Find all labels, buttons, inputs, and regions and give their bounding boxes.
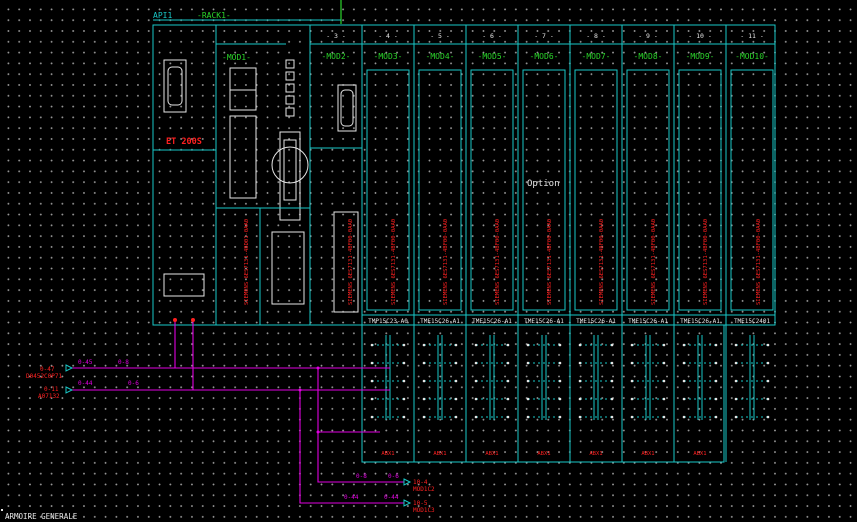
io-module-body[interactable] xyxy=(418,69,462,311)
abx-label: ABX1 xyxy=(693,451,706,457)
wiring-diagram[interactable]: API1 -RACK1- ET 200S -MOD1- SIEMENS 6ES7… xyxy=(0,0,857,522)
io-module-body[interactable] xyxy=(626,69,670,311)
mod1-rotary-switch-icon xyxy=(271,146,309,184)
abx-label: ABX1 xyxy=(485,451,498,457)
terminal-label: TME15C26-A1 xyxy=(628,318,668,325)
footer-label: ARMOIRE GENERALE xyxy=(5,512,78,521)
module-part-number: SIEMENS 6ES7131-4BF00-0AA0 xyxy=(391,219,397,305)
terminal-label: TME15C2401 xyxy=(734,318,771,325)
abx-label: ABX1 xyxy=(641,451,654,457)
slot-number: - 11 - xyxy=(740,32,763,40)
abx-label: ABX1 xyxy=(537,451,550,457)
slot-number: - 8 - xyxy=(586,32,606,40)
bottom-ref-arrow-icon[interactable] xyxy=(403,478,412,486)
terminal-label: TME15C26-A1 xyxy=(524,318,564,325)
dsub-connector-icon xyxy=(163,59,187,113)
module-part-number: SIEMENS 6ES7131-4BF00-0AA0 xyxy=(756,219,762,305)
io-module-body[interactable] xyxy=(366,69,410,311)
slot-number: - 5 - xyxy=(430,32,450,40)
slot-number: - 4 - xyxy=(378,32,398,40)
abx-label: ABX1 xyxy=(381,451,394,457)
slot-number: - 7 - xyxy=(534,32,554,40)
terminal-block-frame[interactable] xyxy=(361,324,725,463)
api-label: API1 xyxy=(153,11,172,20)
module-part-number: SIEMENS 6ES7131-4BF00-0AA0 xyxy=(703,219,709,305)
head-module-slot xyxy=(163,273,205,297)
left-ref-label[interactable]: 0-47 xyxy=(40,366,55,373)
wire-label: 0-8 xyxy=(118,359,129,366)
wire-label: 0-44 xyxy=(78,380,93,387)
left-ref-arrow-icon[interactable] xyxy=(65,386,74,394)
wire-label: 0-6 xyxy=(388,473,399,480)
io-module-body[interactable] xyxy=(730,69,774,311)
left-ref-arrow-icon[interactable] xyxy=(65,364,74,372)
terminal-blocks: TMP15C23-A0 ABX1 TME15C26-A1 ABX1 TME15C26-A… xyxy=(368,318,770,462)
bottom-ref-arrow-icon[interactable] xyxy=(403,499,412,507)
abx-label: ABX1 xyxy=(433,451,446,457)
wire-label: 0-8 xyxy=(356,473,367,480)
module-part-number: SIEMENS 6ES7131-4BD01-0AA0 xyxy=(244,219,250,305)
slot-number: - 3 - xyxy=(326,32,346,40)
io-module-body[interactable] xyxy=(522,69,566,311)
terminal-label: TME15C26-A1 xyxy=(680,318,720,325)
bottom-ref-label[interactable]: 10-5 xyxy=(413,500,428,507)
slot-number: - 9 - xyxy=(638,32,658,40)
terminal-label: TME15C26-A1 xyxy=(576,318,616,325)
module-label[interactable]: -MOD6- xyxy=(530,52,559,61)
left-ref-label[interactable]: A07132 xyxy=(38,393,60,400)
module-part-number: SIEMENS 6ES7131-4BF00-0AA0 xyxy=(348,219,354,305)
abx-label: ABX1 xyxy=(589,451,602,457)
module-part-number: SIEMENS 6ES7131-4BF00-0AA0 xyxy=(547,219,553,305)
terminal-label: TME15C26-A1 xyxy=(420,318,460,325)
slot-number: - 10 - xyxy=(688,32,711,40)
io-module-body[interactable] xyxy=(678,69,722,311)
io-module-body[interactable] xyxy=(470,69,514,311)
wire-label: 0-45 xyxy=(78,359,93,366)
terminal-label: TMP15C23-A0 xyxy=(368,318,408,325)
wiring-lines xyxy=(72,320,404,504)
module-part-number: SIEMENS 6ES7131-4BF00-0AA0 xyxy=(495,219,501,305)
wire-label: 0-6 xyxy=(128,380,139,387)
bottom-ref-label[interactable]: MOD1C3 xyxy=(413,507,435,514)
module-label[interactable]: -MOD5- xyxy=(478,52,507,61)
mod1-rail xyxy=(279,131,301,221)
mod1-led-panel xyxy=(229,67,257,111)
left-ref-label[interactable]: D0452C0P71 xyxy=(26,373,63,380)
left-ref-label[interactable]: 0-11 xyxy=(44,386,59,393)
module-label[interactable]: -MOD4- xyxy=(426,52,455,61)
bottom-ref-label[interactable]: MOD1C2 xyxy=(413,486,435,493)
terminal-label: TME15C26-A1 xyxy=(472,318,512,325)
slot-number: - 6 - xyxy=(482,32,502,40)
rack-label: -RACK1- xyxy=(197,11,231,20)
module-label[interactable]: -MOD7- xyxy=(582,52,611,61)
bottom-ref-label[interactable]: 10-4 xyxy=(413,479,428,486)
mod1-terminal xyxy=(229,115,257,199)
module-part-number: SIEMENS 6ES7131-4BF00-0AA0 xyxy=(651,219,657,305)
io-module-body[interactable] xyxy=(574,69,618,311)
module-label[interactable]: -MOD3- xyxy=(374,52,403,61)
head-module-name: ET 200S xyxy=(166,137,202,147)
mod1-label: -MOD1- xyxy=(222,53,251,62)
module-part-number: SIEMENS 6ES7131-4BF00-0AA0 xyxy=(443,219,449,305)
module-label[interactable]: -MOD2- xyxy=(322,52,351,61)
module-label[interactable]: -MOD8- xyxy=(634,52,663,61)
option-label: Option xyxy=(527,179,560,189)
wire-label: 0-44 xyxy=(384,494,399,501)
wire-label: 0-44 xyxy=(344,494,359,501)
module-label[interactable]: -MOD9- xyxy=(686,52,715,61)
module-part-number: SIEMENS 6ES7131-4BF00-0AA0 xyxy=(599,219,605,305)
module-label[interactable]: -MOD10- xyxy=(735,52,769,61)
mod1-lower-terminal xyxy=(271,231,305,305)
vertical-module-labels: SIEMENS 6ES7131-4BD01-0AA0 SIEMENS 6ES713… xyxy=(244,219,762,305)
